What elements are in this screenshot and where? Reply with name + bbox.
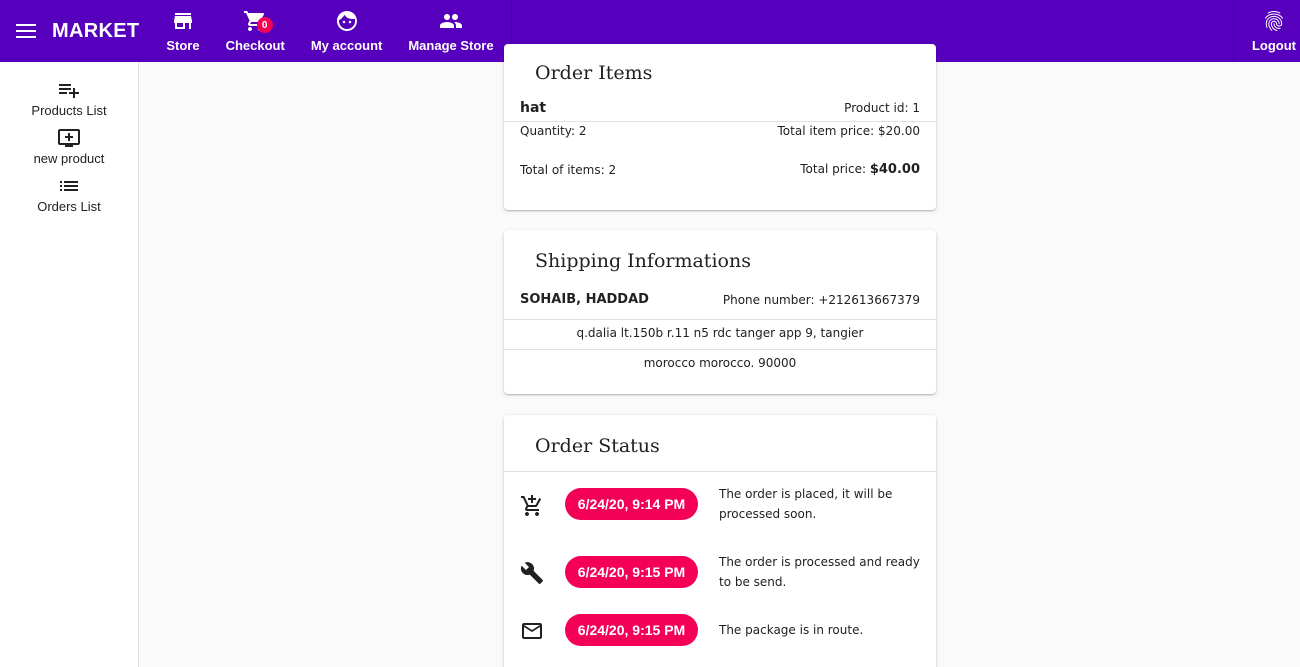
product-id: Product id: 1 (844, 101, 920, 115)
store-icon (173, 13, 192, 29)
mail-icon (522, 623, 542, 639)
quantity-row: Quantity: 2 Total item price: $20.00 (504, 124, 936, 138)
address-line-1: q.dalia lt.150b r.11 n5 rdc tanger app 9… (576, 326, 864, 340)
fingerprint-icon (1264, 11, 1283, 31)
card-title: Order Items (535, 62, 653, 84)
divider (504, 349, 936, 350)
face-icon (336, 11, 357, 31)
nav-manage-store[interactable]: Manage Store (395, 0, 506, 62)
nav-checkout[interactable]: 0 Checkout (213, 0, 298, 62)
sidebar-item-label: new product (33, 151, 105, 166)
quantity: Quantity: 2 (520, 124, 587, 138)
total-items: Total of items: 2 (520, 162, 617, 177)
status-description: The order is processed and ready to be s… (719, 555, 920, 589)
sidebar-item-orders-list[interactable]: Orders List (0, 174, 138, 222)
divider (504, 319, 936, 320)
wrench-icon (520, 562, 543, 584)
logout-button[interactable]: Logout (1232, 0, 1300, 62)
phone-number: Phone number: +212613667379 (722, 292, 920, 307)
order-status-card: Order Status 6/24/20, 9:14 PM The order … (504, 415, 936, 667)
brand-title[interactable]: MARKET (52, 0, 153, 62)
item-price: Total item price: $20.00 (777, 124, 920, 138)
logout-label: Logout (1251, 38, 1296, 53)
sidebar-item-label: Orders List (37, 199, 101, 214)
sidebar-item-products-list[interactable]: Products List (0, 78, 138, 126)
menu-button[interactable] (0, 0, 52, 62)
divider (504, 121, 936, 122)
total-price: Total price: $40.00 (800, 162, 920, 177)
totals-row: Total of items: 2 Total price: $40.00 (504, 162, 936, 177)
card-title: Order Status (535, 435, 660, 457)
status-timestamp-chip: 6/24/20, 9:15 PM (565, 556, 698, 588)
status-description: The package is in route. (719, 623, 864, 637)
sidebar-item-label: Products List (31, 103, 107, 118)
nav-my-account[interactable]: My account (298, 0, 396, 62)
nav-store-label: Store (166, 38, 200, 53)
nav-checkout-label: Checkout (225, 38, 285, 53)
product-name: hat (520, 100, 547, 116)
nav-store[interactable]: Store (153, 0, 212, 62)
card-title: Shipping Informations (535, 250, 751, 272)
sidebar-item-new-product[interactable]: new product (0, 126, 138, 174)
total-price-label: Total price: (800, 162, 866, 176)
sidebar: Products List new product Orders List (0, 62, 139, 667)
total-price-value: $40.00 (869, 162, 920, 177)
status-timestamp-chip: 6/24/20, 9:14 PM (565, 488, 698, 520)
shipping-card: Shipping Informations SOHAIB, HADDAD Pho… (504, 230, 936, 394)
recipient-row: SOHAIB, HADDAD Phone number: +2126136673… (504, 292, 936, 307)
product-row: hat Product id: 1 (504, 100, 936, 116)
menu-icon (16, 24, 36, 38)
cart-count-badge: 0 (256, 17, 273, 33)
add-shopping-cart-icon (521, 495, 542, 516)
people-icon (439, 14, 462, 28)
nav-manage-store-label: Manage Store (408, 38, 494, 53)
address-line-2: morocco morocco. 90000 (643, 356, 797, 370)
order-items-card: Order Items hat Product id: 1 Quantity: … (504, 44, 936, 210)
status-description: The order is placed, it will be processe… (719, 487, 893, 521)
add-to-queue-icon (58, 129, 80, 147)
recipient-name: SOHAIB, HADDAD (520, 292, 649, 307)
nav-my-account-label: My account (310, 38, 383, 53)
status-timestamp-chip: 6/24/20, 9:15 PM (565, 614, 698, 646)
playlist-add-icon (59, 84, 79, 98)
list-icon (60, 181, 78, 191)
divider (504, 471, 936, 472)
